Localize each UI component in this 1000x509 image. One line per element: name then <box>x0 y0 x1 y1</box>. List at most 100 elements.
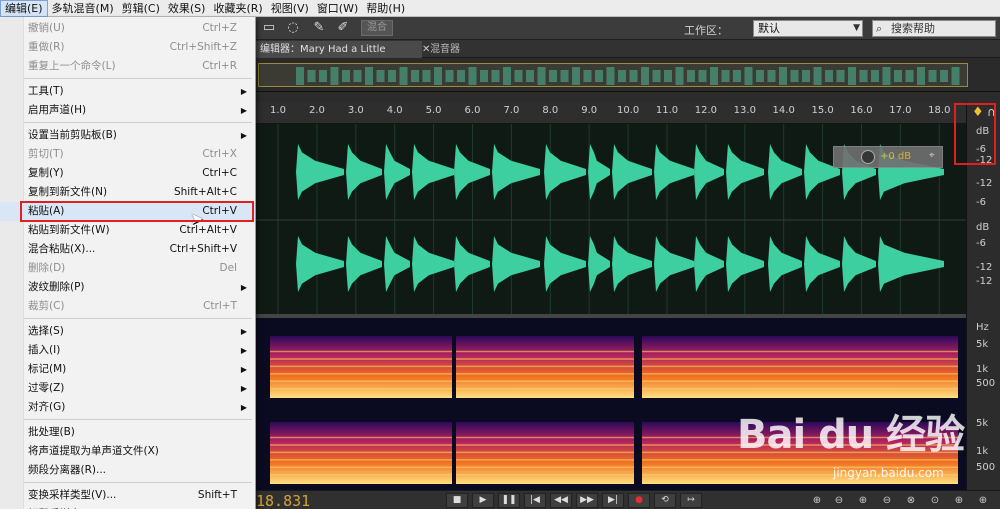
menu-item-shortcut: Ctrl+X <box>202 148 237 160</box>
lasso-tool-icon[interactable]: ◌ <box>284 20 302 36</box>
hud-volume[interactable]: +0 dB ⌖ <box>833 146 943 168</box>
edit-menu-item[interactable]: 波纹删除(P) ▶ <box>0 278 255 297</box>
edit-menu-item[interactable]: 混合粘贴(X)... Ctrl+Shift+V <box>0 240 255 259</box>
edit-menu-item[interactable]: 撤销(U) Ctrl+Z <box>0 19 255 38</box>
mix-button[interactable]: 混合 <box>361 20 393 36</box>
tab-mixer[interactable]: 混音器 <box>426 41 476 58</box>
menu-item-shortcut: Ctrl+Z <box>202 22 237 34</box>
toolbar: ▭ ◌ ✎ ✐ 混合 工作区： 默认 ▼ ⌕ 搜索帮助 <box>256 17 1000 40</box>
editor-tabs: 编辑器：Mary Had a Little Lamb.wav ✕ 混音器 <box>256 40 1000 72</box>
edit-menu-item[interactable]: 粘贴到新文件(W) Ctrl+Alt+V <box>0 221 255 240</box>
brush-tool-icon[interactable]: ✎ <box>310 20 328 36</box>
watermark-brand: Bai du 经验 <box>737 412 965 458</box>
menu-item-label: 批处理(B) <box>28 426 75 438</box>
menu-clip[interactable]: 剪辑(C) <box>118 0 164 17</box>
edit-menu-item[interactable]: 插入(I) ▶ <box>0 341 255 360</box>
menu-item-label: 工具(T) <box>28 85 64 97</box>
menu-help[interactable]: 帮助(H) <box>362 0 409 17</box>
menu-item-label: 复制到新文件(N) <box>28 186 108 198</box>
menu-effects[interactable]: 效果(S) <box>164 0 210 17</box>
edit-menu-item[interactable]: 过零(Z) ▶ <box>0 379 255 398</box>
menu-item-shortcut: Shift+T <box>197 489 237 501</box>
record-icon[interactable]: ● <box>628 493 650 508</box>
edit-menu-item[interactable]: 删除(D) Del <box>0 259 255 278</box>
skip-start-icon[interactable]: |◀ <box>524 493 546 508</box>
pause-icon[interactable]: ❚❚ <box>498 493 520 508</box>
menu-edit[interactable]: 编辑(E) <box>0 0 48 17</box>
edit-menu-item[interactable]: 裁剪(C) Ctrl+T <box>0 297 255 316</box>
play-icon[interactable]: ▶ <box>472 493 494 508</box>
edit-menu-item[interactable]: 剪切(T) Ctrl+X <box>0 145 255 164</box>
edit-menu-item[interactable]: 解释采样率(... <box>0 505 255 509</box>
fast-forward-icon[interactable]: ▶▶ <box>576 493 598 508</box>
skip-selection-icon[interactable]: ↦ <box>680 493 702 508</box>
ruler-tick-label: 1.0 <box>270 105 286 116</box>
edit-menu-item[interactable]: 重复上一个命令(L) Ctrl+R <box>0 57 255 76</box>
menu-item-label: 重复上一个命令(L) <box>28 60 116 72</box>
menu-item-shortcut: Ctrl+Alt+V <box>179 224 237 236</box>
submenu-arrow-icon: ▶ <box>240 327 247 336</box>
loop-icon[interactable]: ⟲ <box>654 493 676 508</box>
annotation-highlight-paste <box>20 201 254 222</box>
edit-menu-item[interactable]: 标记(M) ▶ <box>0 360 255 379</box>
edit-menu-item[interactable]: 设置当前剪贴板(B) ▶ <box>0 126 255 145</box>
ruler-tick-label: 14.0 <box>772 105 795 116</box>
menu-item-label: 复制(Y) <box>28 167 64 179</box>
menu-item-label: 选择(S) <box>28 325 64 337</box>
edit-menu-item[interactable]: 重做(R) Ctrl+Shift+Z <box>0 38 255 57</box>
menu-separator <box>24 419 252 420</box>
submenu-arrow-icon: ▶ <box>240 131 247 140</box>
menu-window[interactable]: 窗口(W) <box>313 0 362 17</box>
edit-menu-item[interactable]: 将声道提取为单声道文件(X) <box>0 442 255 461</box>
submenu-arrow-icon: ▶ <box>240 346 247 355</box>
menu-item-label: 撤销(U) <box>28 22 65 34</box>
db-label: -12 <box>976 178 993 189</box>
stop-icon[interactable]: ■ <box>446 493 468 508</box>
menu-item-label: 频段分离器(R)... <box>28 464 107 476</box>
db-unit-bottom: dB <box>976 222 990 233</box>
baidu-watermark: Bai du 经验 jingyan.baidu.com <box>735 400 1000 500</box>
tab-editor[interactable]: 编辑器：Mary Had a Little Lamb.wav <box>256 41 422 72</box>
edit-menu-item[interactable]: 复制到新文件(N) Shift+Alt+C <box>0 183 255 202</box>
workspace-select[interactable]: 默认 ▼ <box>753 20 863 37</box>
edit-menu-item[interactable]: 选择(S) ▶ <box>0 322 255 341</box>
edit-menu-item[interactable]: 批处理(B) <box>0 423 255 442</box>
edit-menu-dropdown: 撤销(U) Ctrl+Z 重做(R) Ctrl+Shift+Z 重复上一个命令(L) Ct… <box>0 17 256 509</box>
menu-separator <box>24 482 252 483</box>
ruler-tick-label: 2.0 <box>308 105 325 116</box>
menu-multitrack[interactable]: 多轨混音(M) <box>48 0 118 17</box>
spot-healing-icon[interactable]: ✐ <box>334 20 352 36</box>
edit-menu-item[interactable]: 复制(Y) Ctrl+C <box>0 164 255 183</box>
menu-item-label: 混合粘贴(X)... <box>28 243 96 255</box>
pin-icon[interactable]: ⌖ <box>929 150 941 164</box>
time-ruler[interactable]: 1.0 2.0 3.0 4.0 5.0 6.0 7.0 8.0 9.0 10.0 11.0 12.0 1… <box>256 102 966 124</box>
menu-item-label: 裁剪(C) <box>28 300 65 312</box>
menu-item-shortcut: Del <box>219 262 237 274</box>
menu-item-label: 解释采样率(... <box>28 505 95 509</box>
menu-item-shortcut: Ctrl+Shift+V <box>169 243 237 255</box>
edit-menu-item[interactable]: 工具(T) ▶ <box>0 82 255 101</box>
waveform-overview[interactable] <box>256 58 1000 92</box>
edit-menu-item[interactable]: 变换采样类型(V)... Shift+T <box>0 486 255 505</box>
menu-favorites[interactable]: 收藏夹(R) <box>209 0 266 17</box>
menu-item-label: 插入(I) <box>28 344 61 356</box>
menu-separator <box>24 318 252 319</box>
submenu-arrow-icon: ▶ <box>240 403 247 412</box>
ruler-tick-label: 15.0 <box>811 105 834 116</box>
menu-view[interactable]: 视图(V) <box>267 0 313 17</box>
edit-menu-item[interactable]: 对齐(G) ▶ <box>0 398 255 417</box>
rewind-icon[interactable]: ◀◀ <box>550 493 572 508</box>
menu-item-label: 波纹删除(P) <box>28 281 85 293</box>
ruler-tick-label: 4.0 <box>386 105 403 116</box>
search-help-input[interactable]: ⌕ 搜索帮助 <box>872 20 996 37</box>
marquee-tool-icon[interactable]: ▭ <box>260 20 278 36</box>
ruler-tick-label: 10.0 <box>616 105 640 116</box>
annotation-highlight-scale <box>954 103 996 165</box>
skip-end-icon[interactable]: ▶| <box>602 493 624 508</box>
ruler-tick-label: 16.0 <box>850 105 873 116</box>
edit-menu-item[interactable]: 频段分离器(R)... <box>0 461 255 480</box>
timecode-display: 18.831 <box>256 492 311 509</box>
edit-menu-item[interactable]: 启用声道(H) ▶ <box>0 101 255 120</box>
volume-knob[interactable] <box>861 150 875 164</box>
search-icon: ⌕ <box>876 22 883 35</box>
